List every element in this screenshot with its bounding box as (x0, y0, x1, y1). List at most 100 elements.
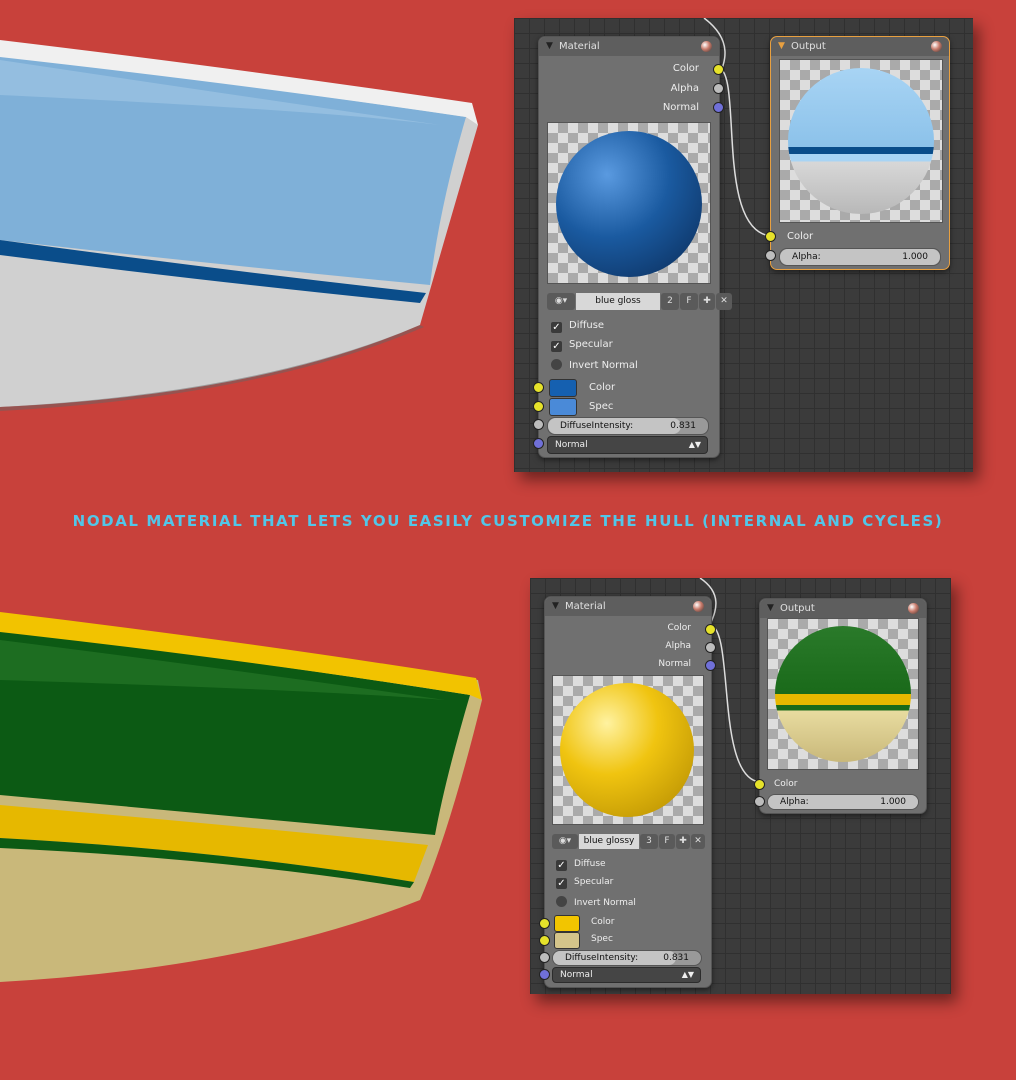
output-node[interactable]: ▼ Output Color Alpha: 1.000 (754, 598, 927, 814)
material-node-title: Material (565, 601, 606, 612)
material-node-header[interactable]: ▼ Material (545, 597, 711, 616)
color-input-label: Color (591, 917, 615, 927)
spec-swatch[interactable] (554, 932, 580, 949)
normal-select[interactable]: Normal ▲▼ (547, 436, 708, 454)
input-intensity-socket[interactable] (539, 952, 550, 963)
add-material-button[interactable]: ✚ (676, 834, 690, 849)
output-normal-label: Normal (662, 102, 699, 113)
invert-normal-checkbox[interactable]: Invert Normal (551, 359, 638, 371)
node-editor-top[interactable]: ▼ Material Color Alpha Normal ◉▾ blue gl… (514, 18, 973, 472)
check-icon: ✓ (556, 860, 567, 871)
specular-checkbox[interactable]: ✓ Specular (556, 877, 613, 889)
output-normal-socket[interactable] (713, 102, 724, 113)
fake-user-button[interactable]: F (680, 293, 698, 310)
output-node-title: Output (780, 603, 815, 614)
material-users-count[interactable]: 2 (661, 293, 679, 310)
output-color-label: Color (672, 63, 699, 74)
spec-input-label: Spec (591, 934, 613, 944)
material-users-count[interactable]: 3 (640, 834, 658, 849)
collapse-triangle-icon[interactable]: ▼ (552, 597, 559, 616)
hull-render-green (0, 612, 482, 982)
input-normal-socket[interactable] (533, 438, 544, 449)
diffuse-intensity-slider[interactable]: DiffuseIntensity: 0.831 (547, 417, 709, 435)
input-color-socket[interactable] (765, 231, 776, 242)
spec-input-label: Spec (589, 401, 614, 412)
updown-arrow-icon: ▲▼ (681, 970, 694, 979)
output-alpha-socket[interactable] (713, 83, 724, 94)
output-preview-sphere (775, 626, 911, 762)
input-normal-socket[interactable] (539, 969, 550, 980)
collapse-triangle-icon[interactable]: ▼ (767, 599, 774, 618)
alpha-slider[interactable]: Alpha: 1.000 (767, 794, 919, 810)
material-preview (547, 122, 711, 284)
preview-sphere-icon[interactable] (693, 601, 704, 612)
output-normal-socket[interactable] (705, 660, 716, 671)
output-alpha-socket[interactable] (705, 642, 716, 653)
check-icon: ✓ (551, 341, 562, 352)
material-node[interactable]: ▼ Material Color Alpha Normal ◉▾ blue gl… (539, 596, 716, 988)
input-color-socket[interactable] (539, 918, 550, 929)
output-color-socket[interactable] (705, 624, 716, 635)
material-browse-button[interactable]: ◉▾ (547, 293, 575, 310)
updown-arrow-icon: ▲▼ (688, 440, 701, 449)
material-name-field[interactable]: blue glossy (579, 834, 639, 849)
output-node-header[interactable]: ▼ Output (771, 37, 949, 56)
output-alpha-label: Alpha (665, 641, 691, 651)
input-alpha-socket[interactable] (765, 250, 776, 261)
unchecked-icon (551, 359, 562, 370)
input-intensity-socket[interactable] (533, 419, 544, 430)
output-node-header[interactable]: ▼ Output (760, 599, 926, 618)
material-node[interactable]: ▼ Material Color Alpha Normal ◉▾ blue gl… (533, 36, 732, 458)
preview-sphere (560, 683, 694, 817)
add-material-button[interactable]: ✚ (699, 293, 715, 310)
material-name-field[interactable]: blue gloss (576, 293, 660, 310)
collapse-triangle-icon[interactable]: ▼ (546, 37, 553, 56)
output-color-label: Color (787, 231, 814, 242)
output-preview-sphere (788, 68, 934, 214)
unchecked-icon (556, 896, 567, 907)
input-color-socket[interactable] (533, 382, 544, 393)
specular-checkbox[interactable]: ✓ Specular (551, 339, 613, 352)
output-preview (779, 59, 943, 223)
diffuse-checkbox[interactable]: ✓ Diffuse (556, 859, 606, 871)
alpha-slider[interactable]: Alpha: 1.000 (779, 248, 941, 266)
unlink-material-button[interactable]: ✕ (716, 293, 732, 310)
invert-normal-checkbox[interactable]: Invert Normal (556, 896, 636, 908)
node-editor-bottom[interactable]: ▼ Material Color Alpha Normal ◉▾ blue gl… (530, 578, 951, 994)
material-datablock-bar[interactable]: ◉▾ blue glossy 3 F ✚ ✕ (552, 834, 705, 849)
input-spec-socket[interactable] (539, 935, 550, 946)
color-input-label: Color (589, 382, 616, 393)
output-color-label: Color (667, 623, 692, 633)
collapse-triangle-icon[interactable]: ▼ (778, 37, 785, 56)
output-node[interactable]: ▼ Output Color Alpha: 1.000 (765, 36, 950, 270)
preview-sphere-icon[interactable] (931, 41, 942, 52)
output-color-socket[interactable] (713, 64, 724, 75)
input-color-socket[interactable] (754, 779, 765, 790)
output-alpha-label: Alpha (670, 83, 699, 94)
output-normal-label: Normal (658, 659, 691, 669)
material-browse-button[interactable]: ◉▾ (552, 834, 578, 849)
diffuse-intensity-slider[interactable]: DiffuseIntensity: 0.831 (552, 950, 702, 966)
preview-sphere-icon[interactable] (701, 41, 712, 52)
check-icon: ✓ (551, 322, 562, 333)
material-node-header[interactable]: ▼ Material (539, 37, 719, 56)
color-swatch[interactable] (554, 915, 580, 932)
color-swatch[interactable] (549, 379, 577, 397)
input-spec-socket[interactable] (533, 401, 544, 412)
normal-select[interactable]: Normal ▲▼ (552, 967, 701, 983)
output-node-title: Output (791, 41, 826, 52)
preview-sphere-icon[interactable] (908, 603, 919, 614)
input-alpha-socket[interactable] (754, 796, 765, 807)
preview-sphere (556, 131, 702, 277)
material-datablock-bar[interactable]: ◉▾ blue gloss 2 F ✚ ✕ (547, 293, 732, 310)
caption-text: NODAL MATERIAL THAT LETS YOU EASILY CUST… (72, 512, 944, 530)
spec-swatch[interactable] (549, 398, 577, 416)
output-preview (767, 618, 919, 770)
output-color-label: Color (774, 779, 798, 789)
hull-render-blue (0, 40, 478, 411)
material-preview (552, 675, 704, 825)
material-node-title: Material (559, 41, 600, 52)
unlink-material-button[interactable]: ✕ (691, 834, 705, 849)
fake-user-button[interactable]: F (659, 834, 675, 849)
diffuse-checkbox[interactable]: ✓ Diffuse (551, 320, 604, 333)
